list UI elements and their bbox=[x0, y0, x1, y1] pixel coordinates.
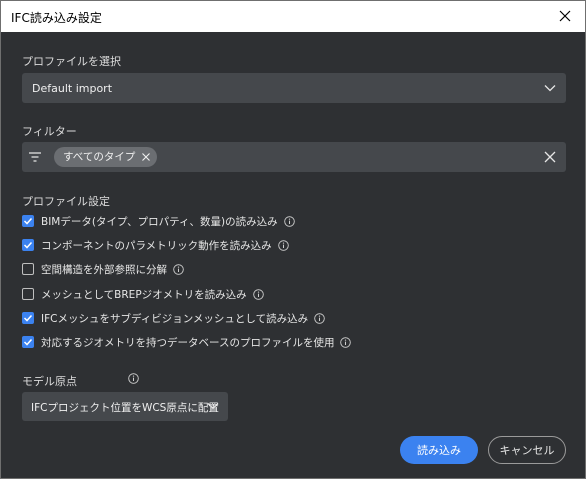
info-icon[interactable] bbox=[340, 336, 352, 348]
profile-dropdown[interactable]: Default import bbox=[22, 73, 566, 103]
origin-value: IFCプロジェクト位置をWCS原点に配置 bbox=[31, 402, 219, 414]
info-icon[interactable] bbox=[283, 215, 295, 227]
option-label: メッシュとしてBREPジオメトリを読み込み bbox=[41, 288, 247, 301]
option-spatial-structure[interactable]: 空間構造を外部参照に分解 bbox=[22, 261, 184, 277]
checkbox-icon[interactable] bbox=[22, 215, 34, 227]
filter-label: フィルター bbox=[22, 125, 77, 138]
clear-icon[interactable] bbox=[544, 151, 556, 163]
option-label: 空間構造を外部参照に分解 bbox=[41, 263, 167, 276]
info-icon[interactable] bbox=[314, 312, 325, 324]
close-icon bbox=[559, 10, 571, 22]
chip-remove-icon[interactable] bbox=[142, 153, 151, 161]
origin-label: モデル原点 bbox=[22, 375, 77, 388]
close-button[interactable] bbox=[551, 5, 579, 27]
checkbox-icon[interactable] bbox=[22, 288, 34, 300]
checkbox-icon[interactable] bbox=[22, 263, 34, 275]
option-label: コンポーネントのパラメトリック動作を読み込み bbox=[41, 239, 272, 252]
chevron-down-icon bbox=[207, 403, 219, 410]
cancel-button[interactable]: キャンセル bbox=[488, 436, 566, 464]
option-bim-data[interactable]: BIMデータ(タイプ、プロパティ、数量)の読み込み bbox=[22, 213, 295, 229]
info-icon[interactable] bbox=[173, 263, 184, 275]
origin-dropdown[interactable]: IFCプロジェクト位置をWCS原点に配置 bbox=[22, 392, 228, 421]
checkbox-icon[interactable] bbox=[22, 239, 34, 251]
checkbox-icon[interactable] bbox=[22, 312, 34, 324]
info-icon[interactable] bbox=[277, 239, 289, 251]
window-title: IFC読み込み設定 bbox=[11, 11, 102, 25]
profile-label: プロファイルを選択 bbox=[22, 55, 121, 68]
option-label: 対応するジオメトリを持つデータベースのプロファイルを使用 bbox=[41, 336, 335, 349]
option-database-profiles[interactable]: 対応するジオメトリを持つデータベースのプロファイルを使用 bbox=[22, 334, 352, 350]
filter-chip[interactable]: すべてのタイプ bbox=[54, 147, 158, 167]
option-label: BIMデータ(タイプ、プロパティ、数量)の読み込み bbox=[41, 215, 278, 228]
settings-label: プロファイル設定 bbox=[22, 195, 110, 208]
title-bar: IFC読み込み設定 bbox=[1, 1, 585, 32]
filter-field[interactable]: すべてのタイプ bbox=[22, 142, 566, 172]
checkbox-icon[interactable] bbox=[22, 336, 34, 348]
option-label: IFCメッシュをサブディビジョンメッシュとして読み込み bbox=[41, 312, 309, 325]
info-icon[interactable] bbox=[128, 373, 139, 384]
filter-icon bbox=[29, 152, 41, 162]
option-subdivision-mesh[interactable]: IFCメッシュをサブディビジョンメッシュとして読み込み bbox=[22, 310, 325, 326]
info-icon[interactable] bbox=[252, 288, 264, 300]
option-brep-mesh[interactable]: メッシュとしてBREPジオメトリを読み込み bbox=[22, 286, 264, 302]
profile-value: Default import bbox=[32, 82, 113, 95]
option-parametric[interactable]: コンポーネントのパラメトリック動作を読み込み bbox=[22, 237, 289, 253]
filter-chip-label: すべてのタイプ bbox=[63, 151, 136, 163]
chevron-down-icon bbox=[544, 85, 556, 92]
ifc-import-dialog: IFC読み込み設定 プロファイルを選択 Default import フィルター… bbox=[0, 0, 586, 479]
import-button[interactable]: 読み込み bbox=[400, 436, 478, 464]
